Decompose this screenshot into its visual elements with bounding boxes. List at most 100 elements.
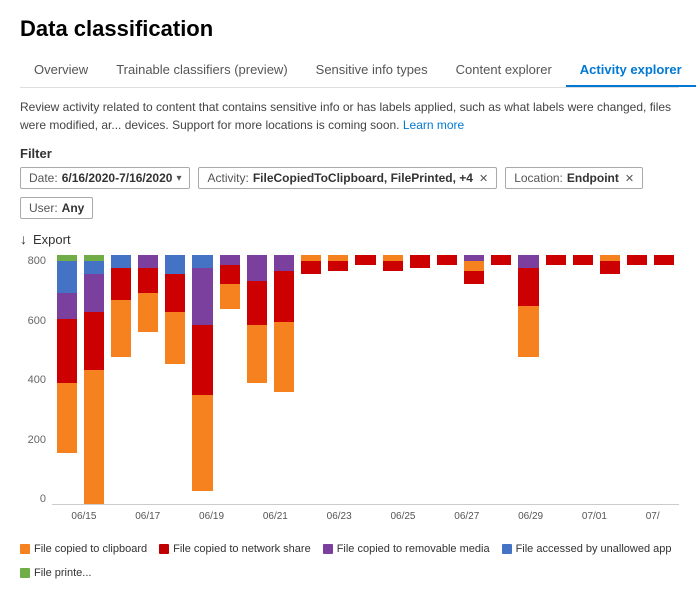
bar-group [597, 255, 622, 504]
bar-group [516, 255, 541, 504]
filter-user[interactable]: User: Any [20, 197, 93, 219]
legend-item: File printe... [20, 567, 91, 579]
bar-segment [410, 255, 430, 268]
bar-segment [464, 261, 484, 271]
bar-group [625, 255, 650, 504]
bar-group [326, 255, 351, 504]
bar-segment [84, 274, 104, 312]
filter-activity[interactable]: Activity: FileCopiedToClipboard, FilePri… [198, 167, 497, 189]
bar-group [299, 255, 324, 504]
bar-segment [220, 265, 240, 284]
tab-sensitive[interactable]: Sensitive info types [302, 54, 442, 87]
bar-segment [383, 261, 403, 271]
tab-activity[interactable]: Activity explorer [566, 54, 696, 87]
bar-group [136, 255, 161, 504]
x-axis-label: 06/23 [327, 511, 352, 522]
bar-group [570, 255, 595, 504]
bar-segment [518, 306, 538, 357]
bar-group [244, 255, 269, 504]
bar-segment [111, 255, 131, 268]
x-axis-label: 07/ [646, 511, 660, 522]
tab-bar: Overview Trainable classifiers (preview)… [20, 54, 679, 88]
download-icon: ↓ [20, 231, 27, 247]
tab-content[interactable]: Content explorer [442, 54, 566, 87]
bar-segment [247, 325, 267, 382]
bar-group [407, 255, 432, 504]
legend-item: File copied to network share [159, 543, 311, 555]
bar-group [353, 255, 378, 504]
legend-item: File copied to clipboard [20, 543, 147, 555]
bar-segment [491, 255, 511, 265]
bar-segment [111, 268, 131, 300]
y-axis: 800 600 400 200 0 [20, 255, 50, 505]
bar-segment [192, 395, 212, 491]
legend-color-dot [20, 544, 30, 554]
legend-label: File copied to removable media [337, 543, 490, 555]
chart-area: 800 600 400 200 0 06/1506/1706/1906/2106… [20, 255, 679, 535]
legend-label: File copied to network share [173, 543, 311, 555]
bar-segment [518, 255, 538, 268]
bar-segment [57, 293, 77, 319]
page-title: Data classification [20, 16, 679, 42]
x-axis-label: 06/21 [263, 511, 288, 522]
close-icon[interactable]: ✕ [479, 172, 488, 185]
bar-segment [546, 255, 566, 265]
bar-segment [165, 255, 185, 274]
tab-trainable[interactable]: Trainable classifiers (preview) [102, 54, 301, 87]
x-axis-label: 06/19 [199, 511, 224, 522]
tab-overview[interactable]: Overview [20, 54, 102, 87]
chart-plot [52, 255, 679, 505]
bar-segment [274, 255, 294, 271]
chart-legend: File copied to clipboard File copied to n… [20, 543, 679, 579]
bar-group [434, 255, 459, 504]
bar-segment [84, 370, 104, 504]
bar-group [489, 255, 514, 504]
filter-date[interactable]: Date: 6/16/2020-7/16/2020 ▾ [20, 167, 190, 189]
bar-group [81, 255, 106, 504]
bar-group [217, 255, 242, 504]
bar-segment [138, 255, 158, 268]
bar-segment [57, 319, 77, 383]
legend-item: File accessed by unallowed app [502, 543, 672, 555]
bar-segment [301, 261, 321, 274]
bar-group [54, 255, 79, 504]
bar-segment [355, 255, 375, 265]
bar-segment [192, 255, 212, 268]
legend-label: File copied to clipboard [34, 543, 147, 555]
bar-group [190, 255, 215, 504]
bar-segment [138, 268, 158, 294]
bar-segment [192, 325, 212, 395]
export-button[interactable]: ↓ Export [20, 231, 679, 247]
bar-group [462, 255, 487, 504]
x-axis-label: 06/17 [135, 511, 160, 522]
bar-segment [437, 255, 457, 265]
bar-segment [84, 312, 104, 369]
bar-segment [627, 255, 647, 265]
legend-color-dot [502, 544, 512, 554]
close-icon[interactable]: ✕ [625, 172, 634, 185]
bar-segment [57, 383, 77, 453]
filter-bar: Date: 6/16/2020-7/16/2020 ▾ Activity: Fi… [20, 167, 679, 219]
legend-color-dot [323, 544, 333, 554]
legend-color-dot [20, 568, 30, 578]
bar-segment [84, 261, 104, 274]
bar-group [163, 255, 188, 504]
bar-segment [247, 255, 267, 281]
x-axis-label: 06/25 [390, 511, 415, 522]
bar-segment [600, 261, 620, 274]
bar-segment [57, 261, 77, 293]
bar-segment [192, 268, 212, 325]
learn-more-link[interactable]: Learn more [403, 118, 464, 132]
x-axis-label: 06/27 [454, 511, 479, 522]
filter-location[interactable]: Location: Endpoint ✕ [505, 167, 643, 189]
bar-group [380, 255, 405, 504]
bar-segment [165, 274, 185, 312]
bar-group [271, 255, 296, 504]
bar-segment [165, 312, 185, 363]
bar-segment [220, 284, 240, 310]
bar-group [108, 255, 133, 504]
legend-label: File accessed by unallowed app [516, 543, 672, 555]
bar-segment [328, 261, 348, 271]
description-text: Review activity related to content that … [20, 98, 679, 134]
legend-label: File printe... [34, 567, 91, 579]
